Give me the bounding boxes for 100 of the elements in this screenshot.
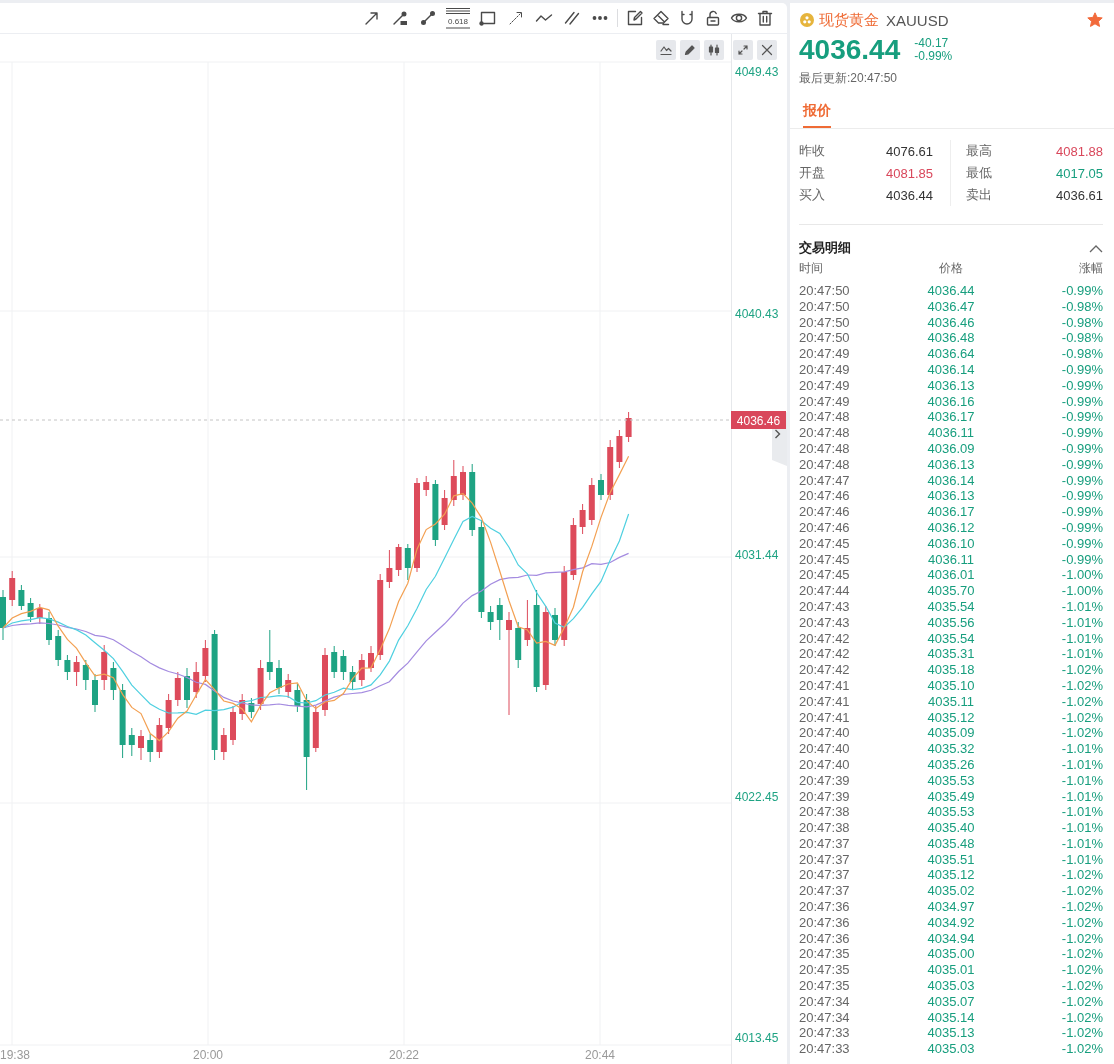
trade-price: 4036.10 [926, 535, 976, 552]
trade-price: 4035.70 [926, 583, 976, 599]
section-title: 交易明细 [799, 239, 851, 257]
trade-change: -0.99% [1060, 440, 1103, 457]
padlock-icon[interactable] [704, 9, 722, 27]
parallel-lines-icon[interactable] [563, 9, 581, 27]
trade-price: 4035.09 [926, 725, 976, 742]
trade-price: 4035.54 [926, 630, 976, 647]
trade-change: -1.01% [1060, 772, 1103, 789]
trade-price: 4035.56 [926, 614, 976, 631]
trade-price: 4036.64 [926, 346, 976, 362]
stat-value: 4081.88 [1056, 143, 1103, 159]
trade-time: 20:47:38 [799, 820, 851, 836]
trade-change: -0.99% [1060, 283, 1103, 299]
trade-time: 20:47:42 [799, 662, 851, 678]
rectangle-icon[interactable] [479, 9, 497, 27]
trade-time: 20:47:47 [799, 472, 851, 489]
price-change: -40.17 [914, 37, 950, 50]
trade-price: 4035.12 [926, 709, 976, 726]
trade-price: 4035.31 [926, 646, 976, 663]
trade-time: 20:47:43 [799, 614, 851, 631]
price-axis-label: 4031.44 [735, 548, 779, 562]
trade-time: 20:47:49 [799, 393, 851, 410]
stat-value: 4081.85 [886, 165, 933, 181]
trade-price: 4035.18 [926, 662, 976, 678]
star-icon[interactable] [1087, 12, 1103, 28]
trade-change: -0.99% [1060, 535, 1103, 552]
price-axis-label: 4022.45 [735, 789, 779, 804]
trade-time: 20:47:46 [799, 488, 851, 505]
arrow-icon[interactable] [363, 9, 381, 27]
trade-change: -1.02% [1060, 962, 1103, 979]
close-button[interactable] [757, 40, 777, 60]
trade-change: -0.99% [1060, 393, 1103, 410]
trade-price: 4034.97 [926, 899, 976, 915]
trade-time: 20:47:50 [799, 314, 851, 331]
time-axis-label: 20:44 [585, 1048, 615, 1062]
time-axis-label: 20:00 [193, 1048, 223, 1062]
trade-time: 20:47:50 [799, 298, 851, 315]
stat-label: 最低 [966, 164, 992, 182]
stat-label: 买入 [799, 186, 825, 204]
trade-price: 4036.47 [926, 298, 976, 315]
trade-change: -0.99% [1060, 488, 1103, 505]
trade-change: -1.02% [1060, 993, 1103, 1010]
trade-time: 20:47:45 [799, 551, 851, 568]
trade-change: -1.02% [1060, 899, 1103, 915]
trade-time: 20:47:41 [799, 693, 851, 710]
trade-time: 20:47:50 [799, 283, 851, 299]
trade-price: 4035.53 [926, 804, 976, 821]
caret-up-icon[interactable] [1089, 243, 1103, 253]
trade-price: 4036.46 [926, 314, 976, 331]
indicator-button[interactable] [656, 40, 676, 60]
dashed-arrow-icon[interactable] [507, 9, 525, 27]
draw-button[interactable] [680, 40, 700, 60]
segment-icon[interactable] [419, 9, 437, 27]
trade-time: 20:47:48 [799, 456, 851, 473]
ray-icon[interactable] [391, 9, 409, 27]
trade-change: -1.02% [1060, 725, 1103, 742]
trade-price: 4035.13 [926, 1025, 976, 1042]
trade-time: 20:47:48 [799, 425, 851, 441]
trade-change: -1.01% [1060, 741, 1103, 757]
magnet-icon[interactable] [678, 9, 696, 27]
chart-type-button[interactable] [704, 40, 724, 60]
trade-change: -1.02% [1060, 662, 1103, 678]
trade-time: 20:47:46 [799, 504, 851, 520]
column-header: 涨幅 [1078, 260, 1103, 276]
stat-label: 昨收 [799, 142, 825, 160]
trade-price: 4035.02 [926, 883, 976, 900]
trade-time: 20:47:40 [799, 725, 851, 742]
trade-change: -1.00% [1060, 567, 1103, 584]
trade-time: 20:47:42 [799, 646, 851, 663]
stat-value: 4036.44 [886, 187, 933, 203]
trade-time: 20:47:33 [799, 1041, 851, 1058]
trade-price: 4035.26 [926, 756, 976, 773]
trade-change: -1.02% [1060, 1041, 1103, 1058]
trade-change: -1.02% [1060, 930, 1103, 947]
trade-change: -0.98% [1060, 314, 1103, 331]
trade-price: 4036.48 [926, 330, 976, 347]
stat-label: 卖出 [966, 186, 992, 204]
fibonacci-tool[interactable]: 0.618 [445, 7, 471, 29]
trade-change: -1.02% [1060, 709, 1103, 726]
trade-time: 20:47:34 [799, 993, 851, 1010]
instrument-symbol: XAUUSD [886, 11, 949, 29]
trade-change: -1.01% [1060, 851, 1103, 868]
trade-change: -0.99% [1060, 456, 1103, 473]
trade-price: 4034.94 [926, 930, 976, 947]
trade-change: -1.01% [1060, 788, 1103, 805]
trash-icon[interactable] [756, 9, 774, 27]
trade-change: -0.99% [1060, 472, 1103, 489]
trade-time: 20:47:49 [799, 377, 851, 394]
trade-time: 20:47:43 [799, 598, 851, 615]
edit-icon[interactable] [626, 9, 644, 27]
trade-price: 4035.03 [926, 1041, 976, 1058]
trade-change: -1.01% [1060, 614, 1103, 631]
trade-change: -1.01% [1060, 804, 1103, 821]
trade-change: -1.00% [1060, 583, 1103, 599]
fullscreen-button[interactable] [733, 40, 753, 60]
trade-price: 4035.14 [926, 1009, 976, 1026]
eraser-icon[interactable] [652, 9, 670, 27]
trade-change: -0.99% [1060, 425, 1103, 441]
trade-change: -1.01% [1060, 598, 1103, 615]
